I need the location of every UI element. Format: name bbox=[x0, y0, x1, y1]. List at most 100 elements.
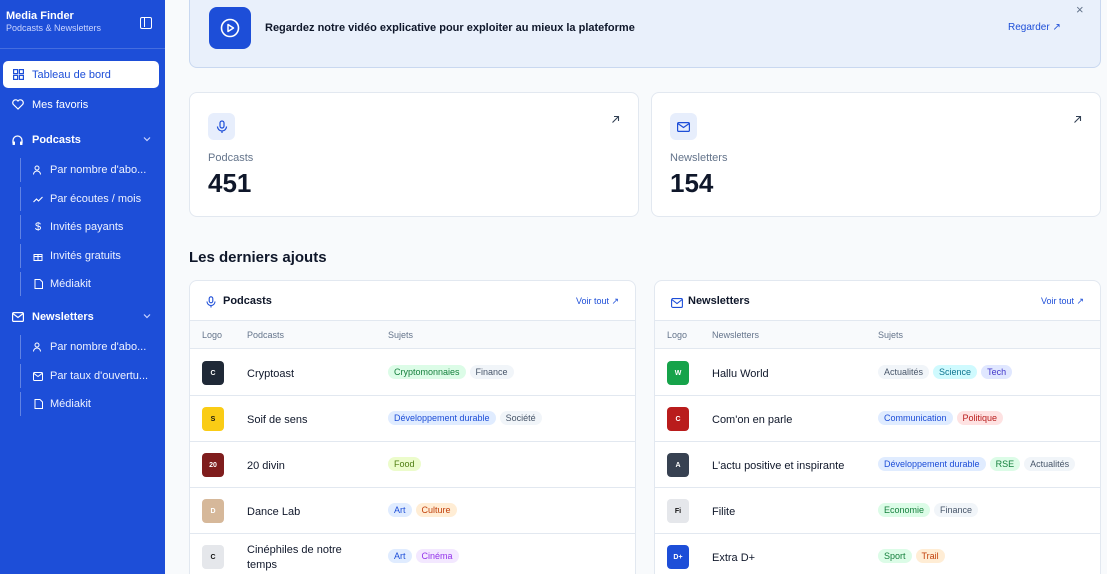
topic-tag[interactable]: Politique bbox=[956, 411, 1004, 425]
section-title: Les derniers ajouts bbox=[189, 249, 327, 266]
stat-value: 451 bbox=[208, 168, 252, 198]
row-name[interactable]: Cryptoast bbox=[247, 367, 372, 382]
sidebar-item-podcasts-paid-guests[interactable]: $ Invités payants bbox=[20, 215, 160, 239]
sidebar-toggle-icon[interactable] bbox=[140, 17, 152, 29]
sidebar-item-label: Tableau de bord bbox=[32, 68, 111, 81]
topic-tag[interactable]: Art bbox=[388, 503, 412, 517]
table-row[interactable]: D+ Extra D+ Sport Trail bbox=[655, 534, 1100, 574]
topic-tag[interactable]: Société bbox=[499, 411, 542, 425]
see-all-link[interactable]: Voir tout ↗ bbox=[1041, 296, 1084, 307]
sidebar-item-label: Invités gratuits bbox=[50, 250, 121, 262]
sidebar-item-dashboard[interactable]: Tableau de bord bbox=[3, 61, 159, 88]
app-title: Media Finder bbox=[6, 10, 74, 22]
row-name[interactable]: Dance Lab bbox=[247, 505, 372, 520]
topic-tag[interactable]: Tech bbox=[981, 365, 1013, 379]
topic-tag[interactable]: Cinéma bbox=[415, 549, 459, 563]
sidebar-item-newsletters-mediakit[interactable]: Médiakit bbox=[20, 392, 160, 416]
mail-open-icon bbox=[33, 371, 43, 381]
arrow-up-right-icon[interactable] bbox=[1073, 111, 1082, 129]
topic-tag[interactable]: Economie bbox=[878, 503, 931, 517]
row-logo: D bbox=[202, 499, 224, 523]
topic-tag[interactable]: Culture bbox=[415, 503, 457, 517]
sidebar-section-podcasts[interactable]: Podcasts bbox=[3, 129, 159, 151]
table-row[interactable]: C Com'on en parle Communication Politique bbox=[655, 396, 1100, 442]
table-row[interactable]: Fi Filite Economie Finance bbox=[655, 488, 1100, 534]
mail-icon bbox=[671, 295, 683, 313]
row-name[interactable]: Cinéphiles de notre temps bbox=[247, 543, 372, 573]
table-row[interactable]: S Soif de sens Développement durable Sociét… bbox=[190, 396, 635, 442]
video-banner: Regardez notre vidéo explicative pour ex… bbox=[189, 0, 1101, 68]
sidebar-item-podcasts-subscribers[interactable]: Par nombre d'abo... bbox=[20, 158, 160, 182]
table-row[interactable]: C Cinéphiles de notre temps Art Cinéma bbox=[190, 534, 635, 574]
row-name[interactable]: Soif de sens bbox=[247, 413, 372, 428]
row-logo: W bbox=[667, 361, 689, 385]
newsletters-table-card: Newsletters Voir tout ↗ Logo Newsletters… bbox=[654, 280, 1101, 574]
play-icon[interactable] bbox=[209, 7, 251, 49]
row-name[interactable]: Filite bbox=[712, 505, 872, 520]
topic-tag[interactable]: Art bbox=[388, 549, 412, 563]
column-header: Sujets bbox=[878, 330, 904, 340]
mail-icon bbox=[12, 312, 24, 322]
topic-tag[interactable]: Food bbox=[388, 457, 421, 471]
sidebar-item-podcasts-free-guests[interactable]: Invités gratuits bbox=[20, 244, 160, 268]
topic-tag[interactable]: Actualités bbox=[878, 365, 930, 379]
row-name[interactable]: Com'on en parle bbox=[712, 413, 872, 428]
column-header: Logo bbox=[202, 330, 223, 340]
banner-text: Regardez notre vidéo explicative pour ex… bbox=[265, 22, 635, 34]
topic-tag[interactable]: Science bbox=[933, 365, 978, 379]
topic-tag[interactable]: Finance bbox=[934, 503, 979, 517]
topic-tag[interactable]: Actualités bbox=[1024, 457, 1076, 471]
table-row[interactable]: W Hallu World Actualités Science Tech bbox=[655, 350, 1100, 396]
topic-tag[interactable]: Communication bbox=[878, 411, 953, 425]
stat-label: Podcasts bbox=[208, 152, 254, 164]
arrow-up-right-icon[interactable] bbox=[611, 111, 620, 129]
row-name[interactable]: Hallu World bbox=[712, 367, 872, 382]
headphones-icon bbox=[12, 134, 24, 146]
table-row[interactable]: C Cryptoast Cryptomonnaies Finance bbox=[190, 350, 635, 396]
row-logo: S bbox=[202, 407, 224, 431]
watch-link[interactable]: Regarder ↗ bbox=[1008, 22, 1061, 33]
row-name[interactable]: Extra D+ bbox=[712, 551, 872, 566]
table-row[interactable]: A L'actu positive et inspirante Développem… bbox=[655, 442, 1100, 488]
close-icon[interactable]: × bbox=[1076, 2, 1084, 17]
row-logo: C bbox=[202, 361, 224, 385]
row-name[interactable]: L'actu positive et inspirante bbox=[712, 459, 872, 474]
stat-card-podcasts[interactable]: Podcasts 451 bbox=[189, 92, 639, 217]
grid-icon bbox=[12, 69, 24, 81]
row-logo: A bbox=[667, 453, 689, 477]
topic-tag[interactable]: Développement durable bbox=[388, 411, 496, 425]
sidebar-item-newsletters-subscribers[interactable]: Par nombre d'abo... bbox=[20, 335, 160, 359]
sidebar-item-podcasts-mediakit[interactable]: Médiakit bbox=[20, 272, 160, 296]
see-all-link[interactable]: Voir tout ↗ bbox=[576, 296, 619, 307]
row-name[interactable]: 20 divin bbox=[247, 459, 372, 474]
column-header: Logo bbox=[667, 330, 688, 340]
document-icon bbox=[33, 279, 43, 289]
trending-up-icon bbox=[33, 194, 43, 204]
topic-tag[interactable]: Développement durable bbox=[878, 457, 986, 471]
table-row[interactable]: D Dance Lab Art Culture bbox=[190, 488, 635, 534]
sidebar-section-newsletters[interactable]: Newsletters bbox=[3, 306, 159, 328]
gift-icon bbox=[33, 251, 43, 261]
table-title: Podcasts bbox=[223, 295, 272, 307]
app-subtitle: Podcasts & Newsletters bbox=[6, 23, 102, 33]
row-tags: Sport Trail bbox=[878, 549, 945, 563]
table-row[interactable]: 20 20 divin Food bbox=[190, 442, 635, 488]
topic-tag[interactable]: Trail bbox=[915, 549, 945, 563]
microphone-icon bbox=[206, 295, 216, 313]
row-logo: C bbox=[667, 407, 689, 431]
topic-tag[interactable]: Cryptomonnaies bbox=[388, 365, 466, 379]
topic-tag[interactable]: RSE bbox=[989, 457, 1021, 471]
topic-tag[interactable]: Sport bbox=[878, 549, 912, 563]
sidebar-item-podcasts-listens[interactable]: Par écoutes / mois bbox=[20, 187, 160, 211]
stat-card-newsletters[interactable]: Newsletters 154 bbox=[651, 92, 1101, 217]
table-title: Newsletters bbox=[688, 295, 750, 307]
table-header-bar: Newsletters Voir tout ↗ bbox=[655, 281, 1100, 321]
topic-tag[interactable]: Finance bbox=[469, 365, 514, 379]
row-tags: Communication Politique bbox=[878, 411, 1004, 425]
microphone-icon bbox=[208, 113, 235, 140]
row-tags: Food bbox=[388, 457, 421, 471]
chevron-down-icon bbox=[143, 134, 151, 146]
sidebar-item-favorites[interactable]: Mes favoris bbox=[3, 91, 159, 118]
sidebar-item-newsletters-open-rate[interactable]: Par taux d'ouvertu... bbox=[20, 364, 160, 388]
row-tags: Art Culture bbox=[388, 503, 457, 517]
